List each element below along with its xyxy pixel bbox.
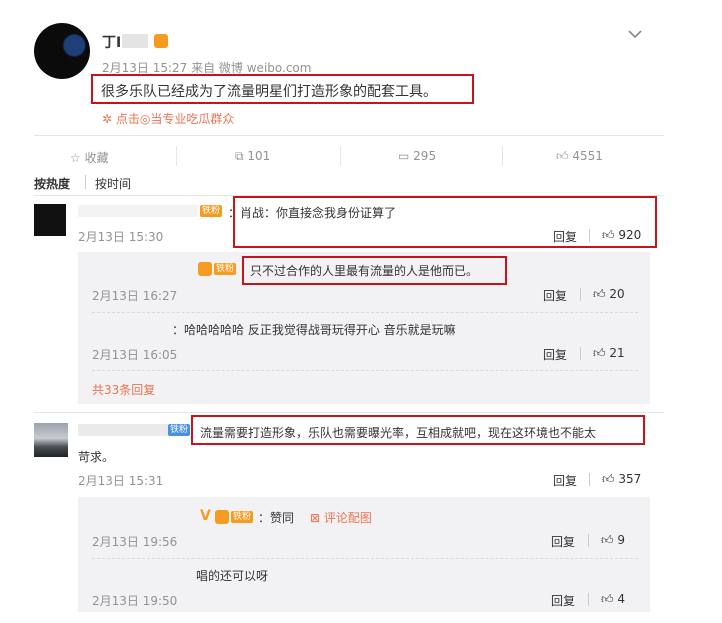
flower-icon: ✲ (102, 112, 116, 126)
divider (92, 558, 638, 559)
avatar[interactable] (34, 204, 66, 236)
vip-v-icon: V (200, 508, 211, 524)
highlight-box-post (91, 74, 474, 104)
sort-hot-tab[interactable]: 按热度 (34, 175, 70, 192)
image-icon: ⊠ (310, 511, 321, 525)
divider (176, 146, 177, 166)
reply-like-button[interactable]: 👍︎ 20 (593, 287, 625, 302)
post-link-text[interactable]: 点击◎当专业吃瓜群众 (116, 112, 234, 126)
divider (580, 347, 581, 360)
like-count: 4551 (572, 149, 603, 163)
forward-count: 101 (247, 149, 271, 163)
reply-avatar-blur (198, 262, 212, 276)
divider (588, 534, 589, 547)
thumb-up-icon: 👍︎ (601, 592, 614, 606)
thumb-up-icon: 👍︎ (593, 287, 606, 301)
highlight-box-comment1 (233, 196, 657, 248)
divider (340, 146, 341, 166)
reply-time: 2月13日 19:56 (92, 535, 178, 549)
comment-icon: ▭ (398, 149, 410, 163)
highlight-box-reply1 (242, 256, 507, 285)
reply-button[interactable]: 回复 (543, 287, 567, 304)
comment-button[interactable]: ▭ 295 (398, 149, 436, 163)
divider (580, 288, 581, 301)
like-count: 20 (609, 287, 625, 301)
forward-icon: ⧉ (235, 149, 244, 163)
post-avatar[interactable] (34, 23, 90, 79)
reply-time: 2月13日 19:50 (92, 594, 178, 608)
comment-text-continued: 苛求。 (78, 450, 115, 464)
forward-button[interactable]: ⧉ 101 (235, 149, 270, 164)
divider (502, 146, 503, 166)
like-count: 357 (618, 472, 642, 486)
comment-image-label[interactable]: 评论配图 (324, 511, 372, 525)
avatar[interactable] (34, 423, 68, 457)
divider (92, 370, 638, 371)
comment-time: 2月13日 15:31 (78, 474, 164, 488)
author-name-blur (122, 34, 148, 48)
username-blur (78, 424, 168, 436)
reply-button[interactable]: 回复 (553, 472, 577, 489)
highlight-box-comment2 (191, 415, 645, 445)
divider (34, 135, 664, 136)
divider (85, 175, 86, 189)
fan-badge: 铁粉 (168, 424, 191, 436)
chevron-down-icon[interactable] (628, 24, 642, 39)
like-count: 9 (617, 533, 626, 547)
reply-time: 2月13日 16:05 (92, 348, 178, 362)
fan-badge: 铁粉 (214, 263, 237, 275)
thumb-up-icon: 👍︎ (593, 346, 606, 360)
vip-badge-icon (215, 510, 229, 524)
reply-button[interactable]: 回复 (543, 346, 567, 363)
divider (34, 412, 664, 413)
comment-image-link[interactable]: ⊠ 评论配图 (310, 509, 372, 526)
divider (589, 473, 590, 486)
like-count: 21 (609, 346, 625, 360)
like-button[interactable]: 👍︎ 4551 (556, 149, 603, 164)
more-replies-link[interactable]: 共33条回复 (92, 381, 155, 398)
reply-text: ：哈哈哈哈哈 反正我觉得战哥玩得开心 音乐就是玩嘛 (172, 323, 456, 337)
comment-count: 295 (413, 149, 437, 163)
reply-like-button[interactable]: 👍︎ 9 (601, 533, 625, 548)
vip-badge-icon (154, 34, 168, 48)
divider (92, 312, 638, 313)
post-link[interactable]: ✲ 点击◎当专业吃瓜群众 (102, 110, 234, 127)
reply-like-button[interactable]: 👍︎ 4 (601, 592, 625, 607)
like-count: 4 (617, 592, 626, 606)
reply-text: ：赞同 (258, 511, 295, 525)
reply-button[interactable]: 回复 (551, 592, 575, 609)
star-icon: ☆ (70, 151, 81, 165)
author-name[interactable]: 丁I (102, 32, 121, 52)
fan-badge: 铁粉 (200, 205, 223, 217)
comment-time: 2月13日 15:30 (78, 230, 164, 244)
thumb-up-icon: 👍︎ (602, 472, 615, 486)
comment-like-button[interactable]: 👍︎ 357 (602, 472, 641, 487)
fan-badge: 铁粉 (231, 511, 254, 523)
thumb-up-icon: 👍︎ (601, 533, 614, 547)
reply-like-button[interactable]: 👍︎ 21 (593, 346, 625, 361)
thumb-up-icon: 👍︎ (556, 149, 569, 163)
divider (588, 593, 589, 606)
collect-label: 收藏 (84, 151, 109, 165)
reply-text: 唱的还可以呀 (196, 569, 269, 583)
reply-time: 2月13日 16:27 (92, 289, 178, 303)
reply-button[interactable]: 回复 (551, 533, 575, 550)
collect-button[interactable]: ☆ 收藏 (70, 149, 109, 166)
sort-time-tab[interactable]: 按时间 (95, 175, 131, 192)
username-blur (78, 205, 198, 217)
